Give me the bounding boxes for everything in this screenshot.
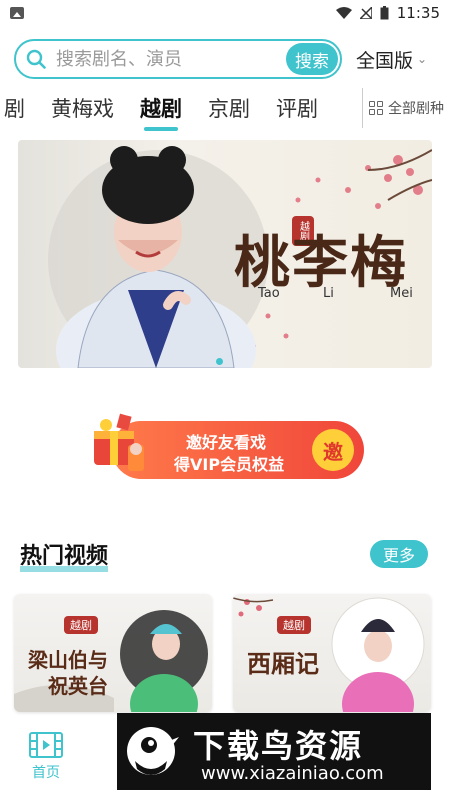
region-label: 全国版 [356, 49, 414, 72]
watermark-url: www.xiazainiao.com [201, 763, 384, 784]
tab-partial[interactable]: 剧 [4, 93, 25, 123]
tab-jingju[interactable]: 京剧 [208, 93, 250, 123]
video-film-icon [29, 732, 63, 758]
watermark-overlay: 下载鸟资源 www.xiazainiao.com [117, 713, 431, 790]
no-signal-icon [359, 7, 372, 19]
tab-yueju[interactable]: 越剧 [140, 93, 182, 131]
invite-line2: 得VIP会员权益 [174, 455, 285, 474]
search-button[interactable]: 搜索 [286, 43, 338, 75]
video-title-line1: 梁山伯与 [28, 648, 108, 672]
category-tabs: 剧 黄梅戏 越剧 京剧 评剧 全部剧种 [0, 88, 450, 131]
clock: 11:35 [396, 4, 440, 22]
chevron-down-icon: ⌄ [417, 52, 428, 66]
video-card[interactable]: 越剧 西厢记 [233, 594, 431, 712]
invite-line1: 邀好友看戏 [186, 433, 267, 452]
banner-carousel[interactable]: 越剧 桃李梅 Tao Li Mei [18, 140, 432, 368]
video-title-line2: 祝英台 [48, 674, 108, 698]
video-card[interactable]: 越剧 梁山伯与 祝英台 [14, 594, 212, 712]
nav-home-label: 首页 [32, 765, 60, 781]
tab-pingju[interactable]: 评剧 [276, 93, 318, 123]
more-button[interactable]: 更多 [370, 540, 428, 568]
invite-banner[interactable]: 邀好友看戏 得VIP会员权益 邀 [88, 407, 364, 485]
banner-pinyin-2: Li [323, 286, 334, 301]
video-title-line1: 西厢记 [247, 649, 319, 678]
search-input[interactable] [54, 47, 258, 71]
bird-logo-icon [127, 727, 179, 775]
battery-icon [380, 6, 389, 20]
grid-icon [369, 101, 383, 115]
invite-coin-badge: 邀 [312, 429, 354, 471]
carousel-indicator [216, 358, 223, 365]
section-title-hot-videos: 热门视频 [20, 538, 109, 572]
watermark-title: 下载鸟资源 [193, 727, 364, 765]
genre-badge: 越剧 [64, 616, 98, 634]
all-categories-label: 全部剧种 [388, 101, 444, 117]
search-row: 搜索 全国版 ⌄ [14, 38, 438, 80]
all-categories-button[interactable]: 全部剧种 [362, 88, 444, 128]
gift-icon [94, 413, 144, 471]
search-icon [26, 49, 46, 69]
region-selector[interactable]: 全国版 ⌄ [356, 46, 427, 73]
image-notification-icon [10, 7, 24, 19]
banner-pinyin-3: Mei [390, 286, 413, 301]
nav-home[interactable]: 首页 [22, 732, 70, 788]
wifi-icon [335, 7, 352, 19]
genre-badge: 越剧 [277, 616, 311, 634]
search-box[interactable]: 搜索 [14, 39, 342, 79]
tab-huangmeixi[interactable]: 黄梅戏 [51, 93, 114, 123]
banner-pinyin-1: Tao [258, 286, 280, 301]
status-bar: 11:35 [0, 0, 450, 26]
